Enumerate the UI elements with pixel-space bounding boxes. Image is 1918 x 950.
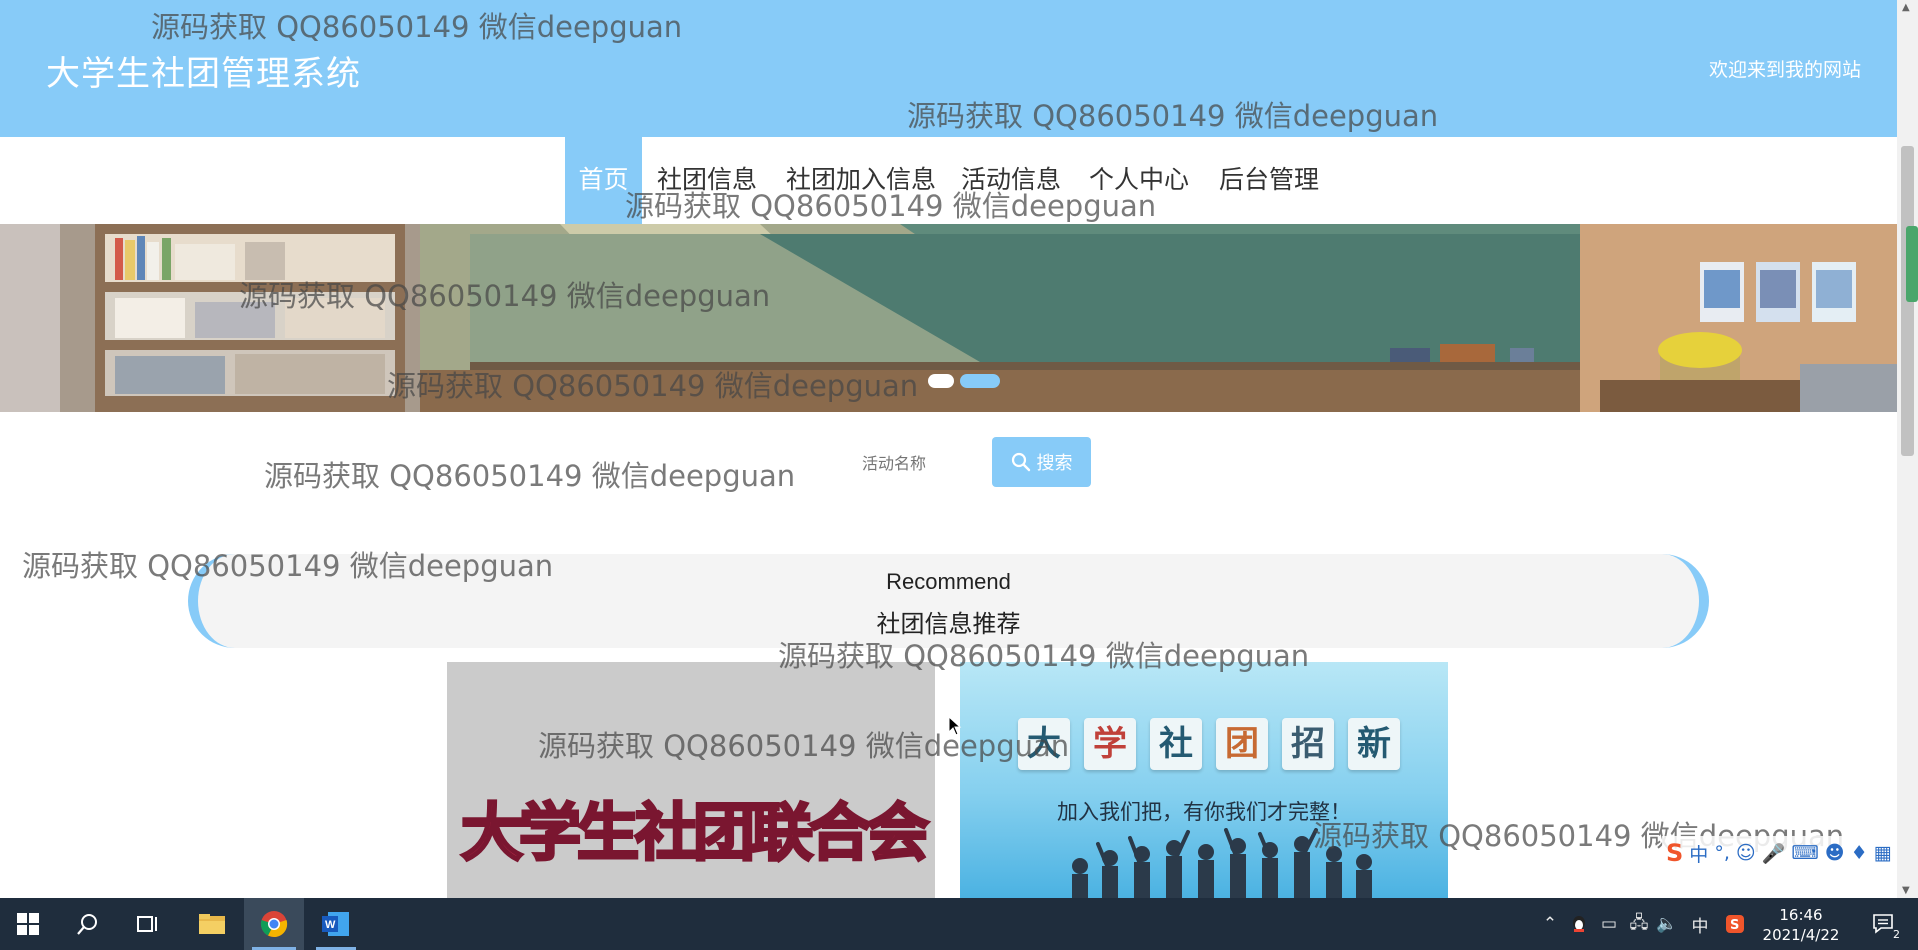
welcome-text: 欢迎来到我的网站	[1708, 59, 1861, 81]
sogou-tray-icon[interactable]: S	[1720, 898, 1750, 950]
svg-text:W: W	[325, 919, 336, 931]
carousel-dots	[928, 374, 1000, 388]
title-tile: 新	[1348, 718, 1400, 770]
task-view-button[interactable]	[120, 898, 176, 950]
qq-tray-icon[interactable]	[1566, 898, 1592, 950]
grid-icon[interactable]: ▦	[1874, 842, 1892, 864]
chrome-taskbar-button[interactable]	[244, 898, 304, 950]
chrome-icon	[260, 911, 288, 938]
scroll-up-arrow-icon[interactable]: ▲	[1902, 2, 1910, 13]
input-language-indicator[interactable]: 中	[1684, 898, 1716, 950]
mouse-cursor-icon	[948, 716, 962, 736]
keyboard-icon[interactable]: ⌨	[1791, 842, 1818, 864]
search-icon	[77, 914, 97, 935]
search-button[interactable]: 搜索	[992, 437, 1091, 487]
ime-punct-label[interactable]: °,	[1714, 842, 1730, 864]
scroll-down-arrow-icon[interactable]: ▼	[1902, 885, 1910, 896]
nav-admin[interactable]: 后台管理	[1216, 137, 1322, 224]
emoji-icon[interactable]: ☺	[1736, 842, 1756, 864]
action-center-button[interactable]: 2	[1864, 898, 1904, 950]
banner-carousel[interactable]	[0, 224, 1897, 412]
nav-club-join-info[interactable]: 社团加入信息	[783, 137, 939, 224]
word-taskbar-button[interactable]: W	[308, 898, 364, 950]
clock-date: 2021/4/22	[1762, 926, 1840, 944]
carousel-dot-1[interactable]	[928, 374, 954, 388]
nav-personal-center[interactable]: 个人中心	[1086, 137, 1192, 224]
battery-icon[interactable]: ▭	[1596, 898, 1622, 950]
network-icon[interactable]: 🖧	[1626, 898, 1652, 950]
system-clock[interactable]: 16:46 2021/4/22	[1760, 905, 1842, 945]
title-tile: 团	[1216, 718, 1268, 770]
side-indicator	[1906, 226, 1918, 302]
start-button[interactable]	[0, 898, 56, 950]
carousel-dot-2[interactable]	[960, 374, 1000, 388]
search-button-label: 搜索	[1036, 453, 1073, 474]
crowd-silhouette-image	[1072, 828, 1372, 898]
title-tile: 学	[1084, 718, 1136, 770]
task-view-icon	[137, 916, 157, 932]
activity-name-search-input[interactable]	[856, 442, 986, 484]
user-icon[interactable]: ☻	[1825, 842, 1845, 864]
windows-taskbar: W ⌃ ▭ 🖧 🔈 中 S 16:46 2021/4/22 2	[0, 898, 1918, 950]
volume-icon[interactable]: 🔈	[1654, 898, 1680, 950]
club-card-logo-text: 大学生社团联合会	[459, 795, 930, 871]
file-explorer-button[interactable]	[184, 898, 240, 950]
watermark-text: 源码获取 QQ86050149 微信deepguan	[264, 459, 796, 493]
recommend-section-header: Recommend 社团信息推荐	[188, 554, 1709, 648]
sogou-ime-icon: S	[1666, 839, 1684, 867]
page-scrollbar[interactable]: ▲ ▼	[1897, 0, 1918, 898]
show-hidden-icons-chevron-icon[interactable]: ⌃	[1538, 898, 1562, 950]
nav-home[interactable]: 首页	[565, 137, 642, 224]
word-icon: W	[322, 912, 349, 936]
title-tile: 大	[1018, 718, 1070, 770]
search-icon	[1011, 452, 1030, 472]
microphone-icon[interactable]: 🎤	[1762, 842, 1786, 865]
recommend-title-en: Recommend	[886, 569, 1011, 594]
site-header: 大学生社团管理系统 欢迎来到我的网站	[0, 0, 1897, 137]
folder-icon	[199, 914, 225, 934]
browser-viewport: 大学生社团管理系统 欢迎来到我的网站 首页 社团信息 社团加入信息 活动信息 个…	[0, 0, 1897, 898]
title-tile: 社	[1150, 718, 1202, 770]
svg-text:S: S	[1730, 918, 1739, 933]
recruitment-subtitle: 加入我们把，有你我们才完整！	[1057, 800, 1351, 824]
nav-club-info[interactable]: 社团信息	[654, 137, 760, 224]
search-taskbar-button[interactable]	[60, 898, 116, 950]
ime-toolbar[interactable]: S 中 °, ☺ 🎤 ⌨ ☻ ♦ ▦	[1662, 836, 1896, 870]
club-card-student-union[interactable]: 大学生社团联合会	[447, 662, 935, 898]
title-tile: 招	[1282, 718, 1334, 770]
clock-time: 16:46	[1779, 906, 1823, 924]
ime-mode-label[interactable]: 中	[1689, 840, 1708, 867]
windows-logo-icon	[17, 913, 39, 935]
nav-activity-info[interactable]: 活动信息	[958, 137, 1064, 224]
site-title: 大学生社团管理系统	[46, 54, 361, 94]
club-card-recruitment[interactable]: 大 学 社 团 招 新 加入我们把，有你我们才完整！	[960, 662, 1448, 898]
shirt-icon[interactable]: ♦	[1851, 842, 1868, 864]
notification-count: 2	[1893, 928, 1900, 941]
recommend-title-cn: 社团信息推荐	[876, 610, 1021, 638]
main-nav: 首页 社团信息 社团加入信息 活动信息 个人中心 后台管理	[0, 137, 1897, 224]
